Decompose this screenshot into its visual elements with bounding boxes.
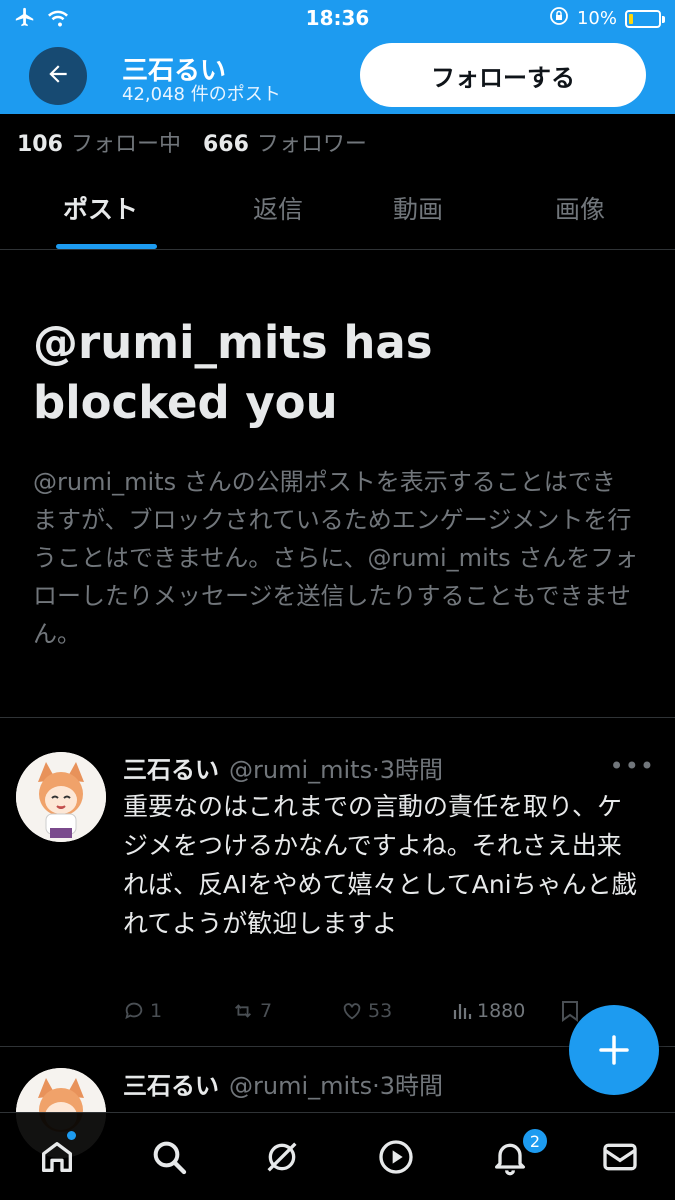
bookmark-icon: [562, 1001, 578, 1022]
profile-screen: 18:36 10% 三石るい 42,048 件のポスト フォローする 106 フォ…: [0, 0, 675, 1200]
like-button[interactable]: 53: [341, 1000, 392, 1022]
post-count: 42,048 件のポスト: [122, 84, 281, 105]
home-icon: [42, 1142, 73, 1172]
mail-icon: [603, 1143, 637, 1171]
cat-girl-avatar-icon: [16, 752, 106, 842]
profile-tabs: ポスト 返信 動画 画像: [0, 180, 675, 250]
compose-button[interactable]: [569, 1005, 659, 1095]
plus-icon: [599, 1035, 629, 1065]
post-time[interactable]: 3時間: [380, 756, 443, 784]
post-author-name[interactable]: 三石るい: [123, 1072, 219, 1100]
follow-button[interactable]: フォローする: [360, 43, 646, 107]
nav-grok[interactable]: [260, 1135, 304, 1179]
follow-stats: 106 フォロー中 666 フォロワー: [17, 126, 367, 158]
post-header: 三石るい @rumi_mits·3時間: [123, 1066, 443, 1101]
post-handle[interactable]: @rumi_mits: [229, 1072, 372, 1100]
followers-count: 666: [202, 132, 249, 157]
battery-icon: [625, 9, 665, 28]
bookmark-button[interactable]: [561, 1000, 579, 1022]
active-tab-indicator: [56, 244, 157, 249]
reply-icon: [125, 1002, 143, 1020]
nav-messages[interactable]: [598, 1135, 642, 1179]
post-author-name[interactable]: 三石るい: [123, 756, 219, 784]
separator-dot: ·: [372, 756, 380, 784]
post-header: 三石るい @rumi_mits·3時間: [123, 750, 443, 785]
views-button[interactable]: 1880: [452, 1000, 525, 1022]
followers-link[interactable]: 666 フォロワー: [203, 126, 367, 158]
header-bar: 18:36 10% 三石るい 42,048 件のポスト フォローする: [0, 0, 675, 114]
home-unread-dot: [67, 1131, 76, 1140]
tab-replies[interactable]: 返信: [253, 190, 303, 226]
notification-badge: 2: [522, 1128, 548, 1154]
tab-images[interactable]: 画像: [555, 190, 605, 226]
heart-icon: [343, 1003, 361, 1020]
bottom-navigation: [0, 1112, 675, 1200]
post-handle[interactable]: @rumi_mits: [229, 756, 372, 784]
more-options-icon[interactable]: •••: [610, 752, 655, 780]
blocked-description: @rumi_mits さんの公開ポストを表示することはできますが、ブロックされて…: [33, 468, 639, 648]
post-text[interactable]: 重要なのはこれまでの言動の責任を取り、ケジメをつけるかなんですよね。それさえ出来…: [123, 787, 643, 943]
arrow-left-icon: [45, 61, 71, 91]
views-chart-icon: [453, 1004, 472, 1019]
status-bar: 18:36 10%: [0, 0, 675, 38]
post-actions: 1 7 53 1880: [123, 1000, 643, 1030]
divider: [0, 717, 675, 718]
nav-home[interactable]: [35, 1135, 79, 1179]
separator-dot: ·: [372, 1072, 380, 1100]
repost-icon: [235, 1004, 251, 1018]
battery-percent: 10%: [576, 8, 617, 29]
following-label: フォロー中: [70, 132, 181, 157]
repost-button[interactable]: 7: [231, 1000, 272, 1022]
following-link[interactable]: 106 フォロー中: [17, 126, 181, 158]
avatar[interactable]: [16, 752, 106, 842]
tab-videos[interactable]: 動画: [393, 190, 443, 226]
like-count: 53: [368, 1000, 393, 1022]
search-icon: [153, 1141, 187, 1175]
following-count: 106: [17, 132, 63, 157]
back-button[interactable]: [29, 47, 87, 105]
tab-posts[interactable]: ポスト: [63, 190, 138, 226]
views-count: 1880: [477, 1000, 526, 1022]
nav-video[interactable]: [374, 1135, 418, 1179]
reply-button[interactable]: 1: [123, 1000, 162, 1022]
post-time[interactable]: 3時間: [380, 1072, 443, 1100]
orientation-lock-icon: [549, 6, 569, 31]
play-circle-icon: [379, 1140, 413, 1174]
grok-icon: [267, 1142, 297, 1172]
blocked-title: @rumi_mits has blocked you: [33, 316, 433, 429]
nav-search[interactable]: [147, 1135, 191, 1179]
followers-label: フォロワー: [256, 132, 367, 157]
reply-count: 1: [150, 1000, 163, 1022]
repost-count: 7: [260, 1000, 273, 1022]
